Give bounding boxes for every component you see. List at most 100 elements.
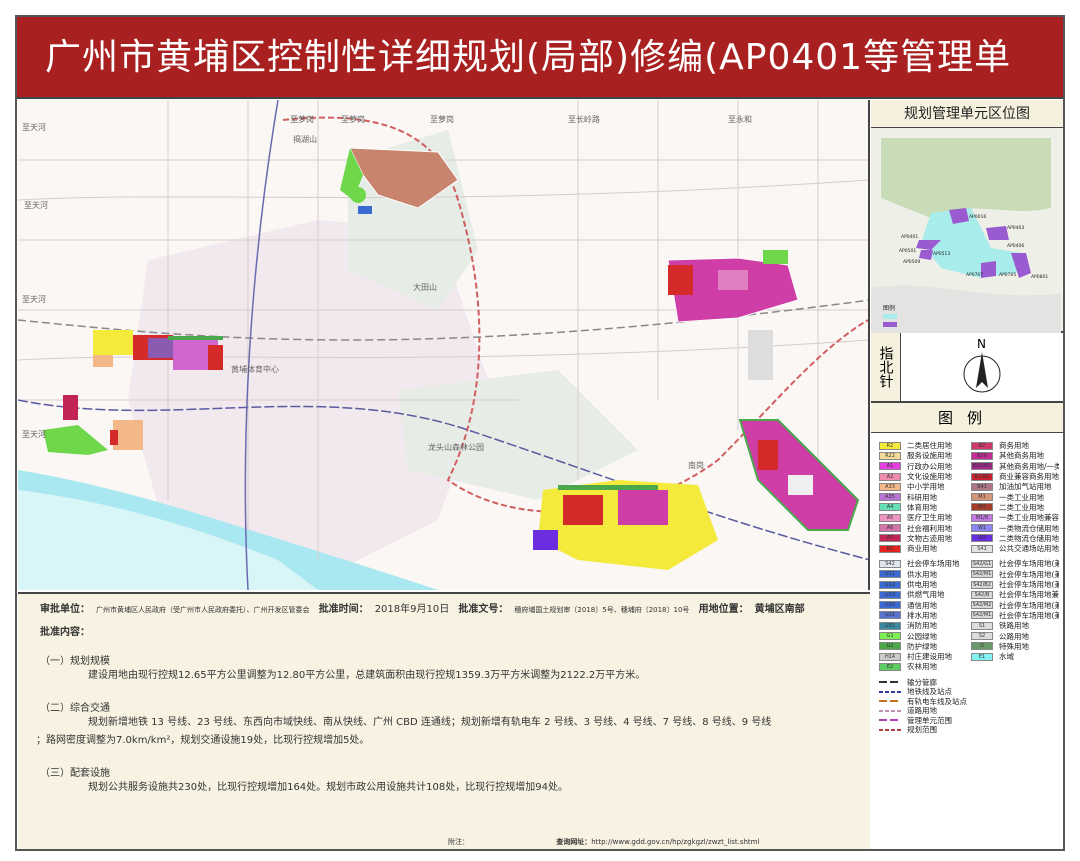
approver-label: 审批单位： xyxy=(40,604,90,615)
legend-item: W2 二类物流仓储用地 xyxy=(971,534,1059,543)
legend-item: U13 供燃气用地 xyxy=(879,590,967,599)
legend-label: 体育用地 xyxy=(907,502,937,512)
legend-item: U31 消防用地 xyxy=(879,621,967,630)
legend-label: 公园绿地 xyxy=(907,631,937,641)
legend-item: G1 公园绿地 xyxy=(879,631,967,641)
legend-line-symbol xyxy=(879,707,901,715)
map-canvas: 至天河 至天河 至天河 至天河 至萝岗 至萝岗 至萝岗 至长岭路 至永和 揭湖山… xyxy=(18,100,868,590)
legend-label: 社会停车场用地(兼容商务用地) xyxy=(999,580,1059,590)
legend-swatch: S42/B2 xyxy=(971,580,993,589)
legend-swatch: A4 xyxy=(879,503,901,512)
legend-item: S42 社会停车场用地 xyxy=(879,559,967,568)
legend-swatch: W1 xyxy=(971,524,993,533)
legend-line-symbol xyxy=(879,678,901,686)
legend-label: 社会停车场用地(兼容二类工业用地) xyxy=(999,600,1059,610)
approval-date: 2018年9月10日 xyxy=(374,604,450,615)
legend-item: B1/B2 商业兼容商务用地 xyxy=(971,472,1059,481)
legend-label: 供水用地 xyxy=(907,569,937,579)
url-label: 查询网址： xyxy=(556,838,592,846)
unit-label: AP0705 xyxy=(999,272,1016,278)
legend-swatch: B41 xyxy=(971,482,993,491)
legend-label: 社会停车场用地(兼容一类工业用地) xyxy=(999,610,1059,620)
legend-swatch: B29 xyxy=(971,451,993,460)
legend-item: H14 村庄建设用地 xyxy=(879,652,967,661)
legend-label: 商业用地 xyxy=(907,544,937,554)
map-label: 至天河 xyxy=(22,122,46,132)
legend-label: 二类物流仓储用地 xyxy=(999,533,1059,543)
legend-swatch: B29/M1 xyxy=(971,462,993,471)
legend-swatch: A1 xyxy=(879,462,901,471)
map-label: 至天河 xyxy=(22,294,46,304)
legend-label: 其他商务用地/一类工业用地 xyxy=(999,461,1059,471)
north-arrow-label: 指北针 xyxy=(871,333,901,401)
legend-line-symbol xyxy=(879,688,901,696)
section-text: 规划公共服务设施共230处，比现行控规增加164处。规划市政公用设施共计108处… xyxy=(88,782,568,793)
legend-label: 一类物流仓储用地 xyxy=(999,523,1059,533)
legend-item: M1/B 一类工业用地兼容商业用地 xyxy=(971,513,1059,522)
north-arrow-icon: N xyxy=(963,337,1001,393)
legend-item: S2 公路用地 xyxy=(971,631,1059,641)
legend-label: 水域 xyxy=(999,652,1014,662)
legend-swatch: U13 xyxy=(879,590,901,599)
legend-label: 社会停车场用地(兼容一类工业用地) xyxy=(999,569,1059,579)
legend-label: 一类工业用地 xyxy=(999,492,1044,502)
inset-legend-title: 图例 xyxy=(883,304,895,312)
legend-line-item: 输分管廊 xyxy=(879,678,1059,688)
legend-swatch: A35 xyxy=(879,493,901,502)
unit-label: AP0401 xyxy=(901,234,918,240)
map-label: 大田山 xyxy=(413,282,437,292)
map-label: 至长岭路 xyxy=(568,114,600,124)
legend-line-item: 管理单元范围 xyxy=(879,716,1059,726)
legend-line-item: 有轨电车线及站点 xyxy=(879,697,1059,707)
legend-swatch: W2 xyxy=(971,534,993,543)
legend-label: 二类工业用地 xyxy=(999,502,1044,512)
legend-line-symbol xyxy=(879,726,901,734)
legend-item: S42/G1 社会停车场用地(兼容公园绿地) xyxy=(971,559,1059,568)
svg-text:N: N xyxy=(977,337,986,351)
legend-swatch: M2 xyxy=(971,503,993,512)
map-label: 揭湖山 xyxy=(293,134,317,144)
legend-label: 铁路用地 xyxy=(999,621,1029,631)
legend-label: 科研用地 xyxy=(907,492,937,502)
section-heading: （三）配套设施 xyxy=(40,768,110,779)
legend-swatch: A5 xyxy=(879,513,901,522)
map-label: 南岗 xyxy=(688,460,704,470)
section-text: 规划新增地铁 13 号线、23 号线、东西向市域快线、南从快线、广州 CBD 连… xyxy=(88,717,772,728)
legend-item: M2 二类工业用地 xyxy=(971,503,1059,512)
north-arrow-section: 指北针 N xyxy=(871,333,1063,403)
legend-label: 特殊用地 xyxy=(999,641,1029,651)
location-inset-map: AP0016 AP0401 AP0501 AP0509 AP0513 AP040… xyxy=(871,128,1063,333)
legend-label: 村庄建设用地 xyxy=(907,652,952,662)
legend-label: 商业兼容商务用地 xyxy=(999,472,1059,482)
legend-swatch: E1 xyxy=(971,652,993,661)
footer: 附注： 查询网址：http://www.gdd.gov.cn/hp/zgkgzl… xyxy=(448,837,759,847)
legend-swatch: S2 xyxy=(971,631,993,640)
content-section: （二）综合交通 规划新增地铁 13 号线、23 号线、东西向市域快线、南从快线、广… xyxy=(36,699,870,750)
legend-item: W1 一类物流仓储用地 xyxy=(971,523,1059,533)
date-label: 批准时间： xyxy=(318,604,369,615)
legend-swatch: U21 xyxy=(879,611,901,620)
legend-item: S1 铁路用地 xyxy=(971,621,1059,630)
legend-item: A6 社会福利用地 xyxy=(879,523,967,533)
section-heading: （一）规划规模 xyxy=(40,656,110,667)
legend-swatch: U11 xyxy=(879,570,901,579)
legend-label: 一类工业用地兼容商业用地 xyxy=(999,513,1059,523)
legend-swatch: S42/M1 xyxy=(971,570,993,579)
map-label: 至萝岗 xyxy=(430,114,454,124)
query-url-link[interactable]: http://www.gdd.gov.cn/hp/zgkgzl/zwzt_lis… xyxy=(591,838,759,846)
unit-label: AP0406 xyxy=(1007,243,1024,249)
doc-label: 批准文号： xyxy=(458,604,509,615)
legend-swatch: A2 xyxy=(879,472,901,481)
legend-swatch: A7 xyxy=(879,534,901,543)
legend-item: R22 服务设施用地 xyxy=(879,451,967,460)
unit-label: AP0403 xyxy=(1007,225,1024,231)
map-label: 至萝岗 xyxy=(341,114,365,124)
side-panel: 规划管理单元区位图 AP0016 AP0401 AP0501 AP0509 AP… xyxy=(871,100,1063,850)
legend-item: D 特殊用地 xyxy=(971,642,1059,651)
legend-item: S42/M1 社会停车场用地(兼容一类工业用地) xyxy=(971,570,1059,579)
legend-label: 社会福利用地 xyxy=(907,523,952,533)
legend-label: 行政办公用地 xyxy=(907,461,952,471)
legend-item: B41 加油加气站用地 xyxy=(971,482,1059,491)
legend-swatch: M1/B xyxy=(971,513,993,522)
legend-item: A7 文物古迹用地 xyxy=(879,534,967,543)
